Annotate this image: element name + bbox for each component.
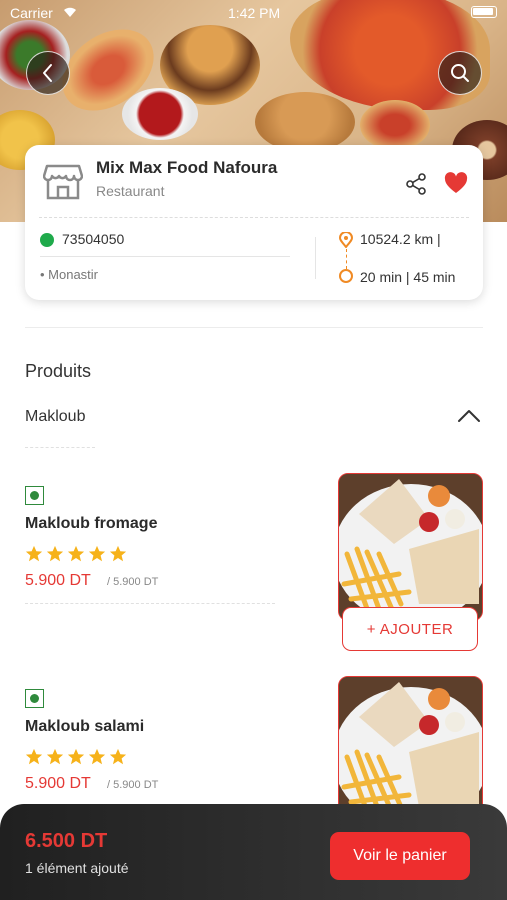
share-icon[interactable] bbox=[405, 173, 427, 195]
product-rating bbox=[25, 545, 127, 563]
star-icon bbox=[109, 748, 127, 765]
product-image-art bbox=[339, 677, 482, 823]
clock-icon bbox=[339, 269, 353, 283]
status-time: 1:42 PM bbox=[228, 5, 281, 21]
status-bar: Carrier 1:42 PM bbox=[0, 0, 507, 26]
vertical-divider bbox=[315, 237, 316, 279]
search-icon bbox=[451, 64, 469, 82]
chevron-up-icon[interactable] bbox=[457, 407, 481, 423]
product-rating bbox=[25, 748, 127, 766]
product-name: Makloub fromage bbox=[25, 515, 158, 532]
view-cart-button[interactable]: Voir le panier bbox=[330, 832, 470, 880]
back-button[interactable] bbox=[26, 51, 70, 95]
star-icon bbox=[109, 545, 127, 562]
product-divider bbox=[25, 603, 275, 604]
product-old-price: / 5.900 DT bbox=[107, 779, 159, 791]
add-to-cart-button[interactable]: + AJOUTER bbox=[342, 607, 478, 651]
category-header[interactable]: Makloub bbox=[25, 408, 85, 426]
delivery-duration: 20 min | 45 min bbox=[360, 269, 456, 285]
star-icon bbox=[88, 545, 106, 562]
cart-total: 6.500 DT bbox=[25, 830, 108, 852]
product-old-price: / 5.900 DT bbox=[107, 576, 159, 588]
restaurant-city: • Monastir bbox=[40, 267, 99, 282]
phone-divider bbox=[40, 256, 290, 257]
star-icon bbox=[88, 748, 106, 765]
veg-icon bbox=[25, 689, 44, 708]
restaurant-type: Restaurant bbox=[96, 183, 165, 199]
star-icon bbox=[46, 748, 64, 765]
star-icon bbox=[46, 545, 64, 562]
cart-item-count: 1 élément ajouté bbox=[25, 860, 129, 876]
food-image-bun bbox=[255, 92, 355, 152]
restaurant-info-card: Mix Max Food Nafoura Restaurant 73504050… bbox=[25, 145, 483, 300]
store-icon bbox=[43, 164, 83, 200]
restaurant-distance: 10524.2 km | bbox=[360, 231, 441, 247]
route-dash bbox=[346, 249, 347, 269]
food-image-hotdog-2 bbox=[360, 100, 430, 150]
section-title: Produits bbox=[25, 361, 92, 381]
wifi-icon bbox=[64, 7, 76, 17]
whatsapp-icon bbox=[40, 233, 54, 247]
product-item: Makloub fromage 5.900 DT / 5.900 DT + AJ… bbox=[0, 473, 507, 663]
veg-icon bbox=[25, 486, 44, 505]
section-divider bbox=[25, 327, 483, 328]
star-icon bbox=[25, 545, 43, 562]
status-carrier: Carrier bbox=[10, 5, 53, 21]
battery-icon bbox=[471, 6, 497, 18]
product-image-art bbox=[339, 474, 482, 620]
product-price: 5.900 DT bbox=[25, 775, 91, 792]
product-image[interactable] bbox=[338, 473, 483, 621]
category-underline bbox=[25, 447, 95, 448]
heart-icon[interactable] bbox=[444, 172, 468, 194]
star-icon bbox=[67, 545, 85, 562]
product-image[interactable] bbox=[338, 676, 483, 824]
restaurant-name: Mix Max Food Nafoura bbox=[96, 158, 278, 177]
restaurant-phone[interactable]: 73504050 bbox=[62, 231, 124, 247]
search-button[interactable] bbox=[438, 51, 482, 95]
star-icon bbox=[67, 748, 85, 765]
card-divider bbox=[39, 217, 469, 218]
location-pin-icon bbox=[339, 232, 353, 248]
food-image-sauce bbox=[122, 88, 198, 140]
back-icon bbox=[43, 64, 52, 82]
product-name: Makloub salami bbox=[25, 718, 145, 735]
star-icon bbox=[25, 748, 43, 765]
product-price: 5.900 DT bbox=[25, 572, 91, 589]
cart-summary-bar: 6.500 DT 1 élément ajouté Voir le panier bbox=[0, 804, 507, 900]
